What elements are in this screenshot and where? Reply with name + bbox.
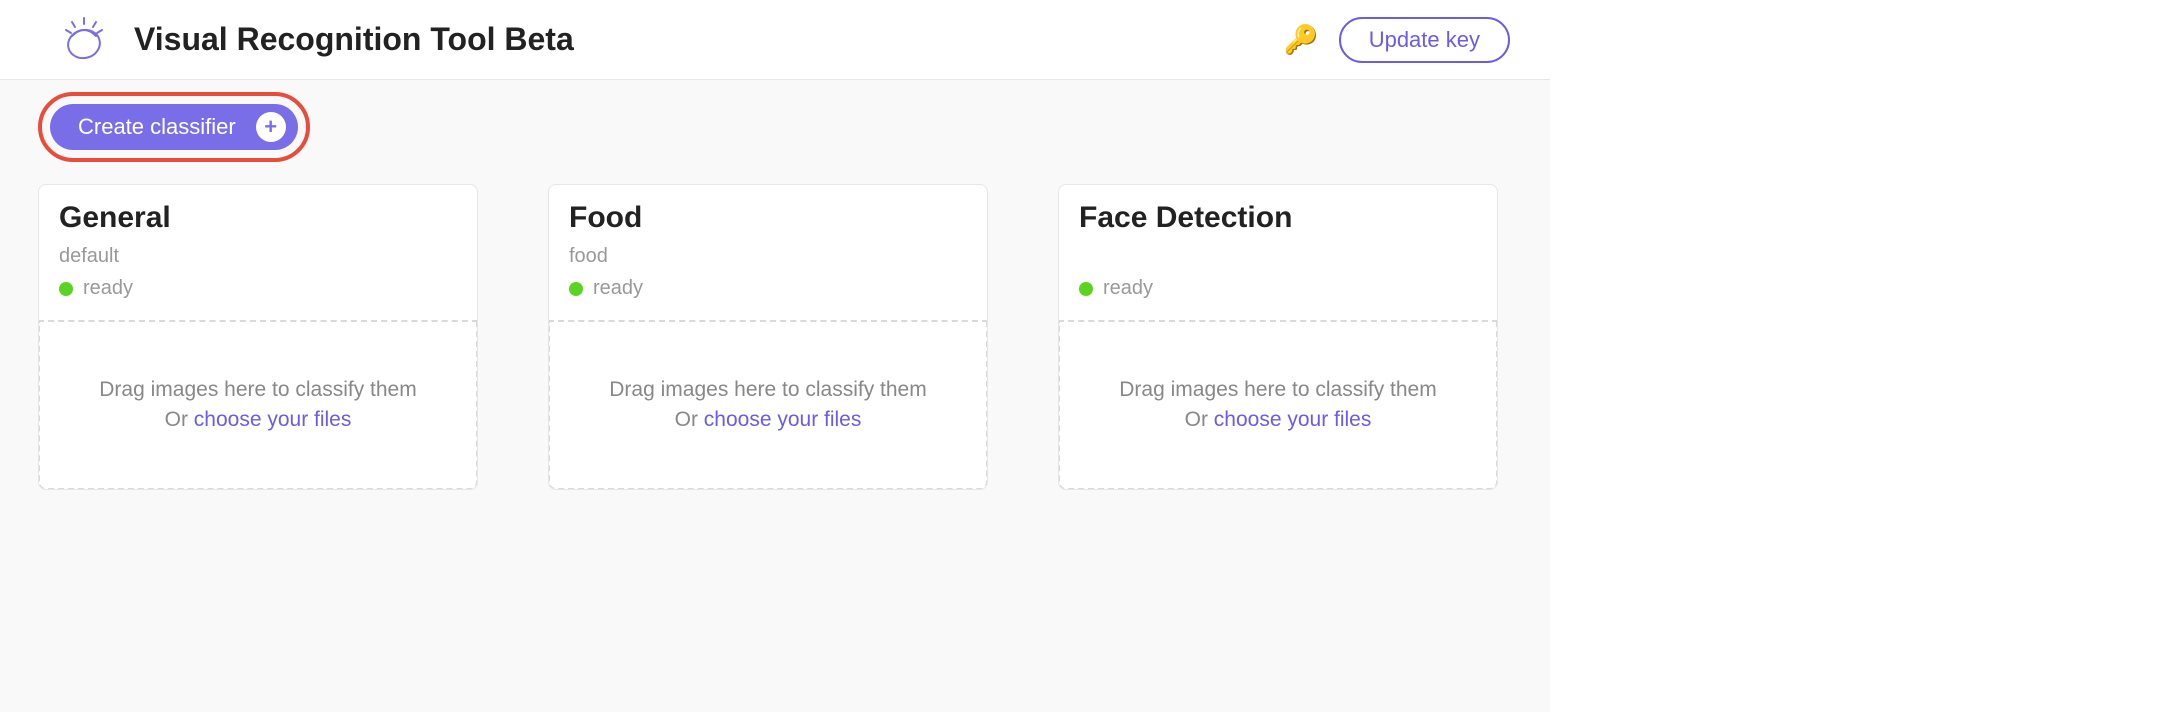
header-left: Visual Recognition Tool Beta (58, 14, 574, 66)
main-body: Create classifier + General default read… (0, 80, 1550, 712)
card-head: Food food ready (549, 185, 987, 320)
key-icon: 🔑 (1284, 26, 1319, 54)
create-classifier-button[interactable]: Create classifier + (50, 104, 298, 150)
classifier-card: General default ready Drag images here t… (38, 184, 478, 490)
status-ready-icon (1079, 282, 1093, 296)
create-classifier-label: Create classifier (78, 114, 236, 140)
card-subtitle: default (59, 245, 457, 271)
dropzone-or-line: Or choose your files (165, 408, 352, 432)
status-label: ready (1103, 277, 1153, 300)
dropzone-text: Drag images here to classify them (99, 378, 416, 402)
card-head: General default ready (39, 185, 477, 320)
dropzone-or: Or (165, 408, 194, 431)
dropzone-or: Or (1185, 408, 1214, 431)
status-ready-icon (59, 282, 73, 296)
status-ready-icon (569, 282, 583, 296)
dropzone-or: Or (675, 408, 704, 431)
app-header: Visual Recognition Tool Beta 🔑 Update ke… (0, 0, 1550, 80)
card-status: ready (1079, 277, 1477, 300)
choose-files-link[interactable]: choose your files (194, 408, 352, 431)
status-label: ready (83, 277, 133, 300)
card-title: General (59, 201, 457, 235)
card-title: Food (569, 201, 967, 235)
dropzone-or-line: Or choose your files (1185, 408, 1372, 432)
card-subtitle: food (569, 245, 967, 271)
card-head: Face Detection ready (1059, 185, 1497, 320)
choose-files-link[interactable]: choose your files (1214, 408, 1372, 431)
card-title: Face Detection (1079, 201, 1477, 235)
dropzone-text: Drag images here to classify them (609, 378, 926, 402)
dropzone[interactable]: Drag images here to classify them Or cho… (548, 320, 988, 490)
dropzone-or-line: Or choose your files (675, 408, 862, 432)
classifier-card: Food food ready Drag images here to clas… (548, 184, 988, 490)
dropzone-text: Drag images here to classify them (1119, 378, 1436, 402)
create-classifier-highlight: Create classifier + (38, 92, 310, 162)
header-right: 🔑 Update key (1284, 17, 1510, 63)
dropzone[interactable]: Drag images here to classify them Or cho… (38, 320, 478, 490)
card-status: ready (569, 277, 967, 300)
plus-icon: + (256, 112, 286, 142)
status-label: ready (593, 277, 643, 300)
update-key-button[interactable]: Update key (1339, 17, 1510, 63)
choose-files-link[interactable]: choose your files (704, 408, 862, 431)
page-title: Visual Recognition Tool Beta (134, 21, 574, 58)
card-subtitle (1079, 245, 1477, 271)
dropzone[interactable]: Drag images here to classify them Or cho… (1058, 320, 1498, 490)
classifier-cards-row: General default ready Drag images here t… (38, 184, 1510, 490)
card-status: ready (59, 277, 457, 300)
classifier-card: Face Detection ready Drag images here to… (1058, 184, 1498, 490)
app-logo-icon (58, 14, 110, 66)
